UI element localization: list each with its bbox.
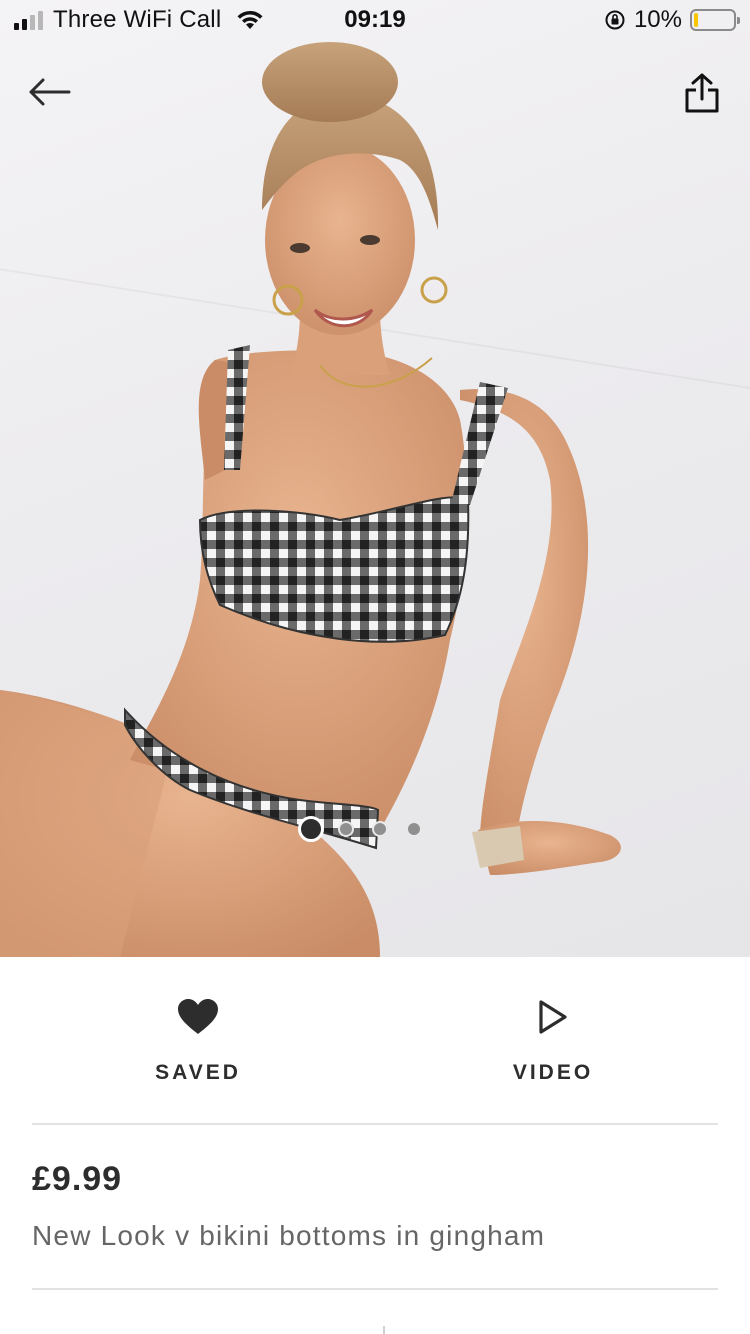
action-row: SAVED VIDEO xyxy=(0,957,750,1123)
back-button[interactable] xyxy=(24,70,74,114)
play-outline-icon xyxy=(539,1000,567,1034)
battery-percent: 10% xyxy=(633,6,682,33)
saved-button[interactable]: SAVED xyxy=(98,995,298,1085)
page-dot-4[interactable] xyxy=(406,821,422,837)
model-photo xyxy=(0,42,621,957)
heart-filled-icon xyxy=(178,999,218,1034)
status-bar: Three WiFi Call 09:19 10% xyxy=(0,0,750,40)
section-separator xyxy=(383,1326,385,1334)
page-dot-3[interactable] xyxy=(372,821,388,837)
product-price: £9.99 xyxy=(32,1160,123,1198)
status-right: 10% xyxy=(604,6,740,34)
video-label: VIDEO xyxy=(512,1061,594,1084)
battery-fill xyxy=(694,13,698,27)
gallery-pagination[interactable] xyxy=(298,816,422,842)
product-name: New Look v bikini bottoms in gingham xyxy=(32,1220,546,1251)
orientation-lock-icon xyxy=(605,10,625,30)
share-icon xyxy=(685,73,719,113)
battery-icon xyxy=(690,9,740,31)
divider xyxy=(32,1288,718,1290)
share-button[interactable] xyxy=(680,68,724,118)
product-image[interactable] xyxy=(0,0,750,957)
arrow-left-icon xyxy=(29,78,71,106)
page-dot-2[interactable] xyxy=(338,821,354,837)
page-dot-1[interactable] xyxy=(298,816,324,842)
saved-label: SAVED xyxy=(155,1061,241,1084)
video-button[interactable]: VIDEO xyxy=(453,995,653,1085)
divider xyxy=(32,1123,718,1125)
